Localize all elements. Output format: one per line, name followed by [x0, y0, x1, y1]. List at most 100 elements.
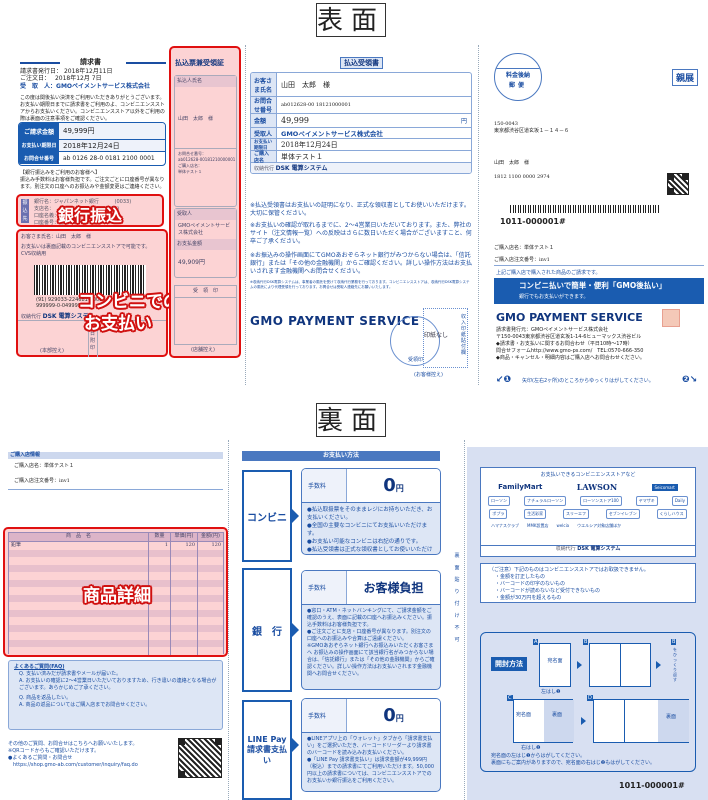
table-cell [149, 594, 171, 602]
caution-item: ・金額が30万円を超えるもの [495, 595, 562, 601]
back-side-label: 裏面 [552, 712, 563, 718]
table-cell [198, 640, 223, 648]
table-cell [149, 564, 171, 572]
table-cell: 120 [211, 542, 221, 548]
back-shop-line: ご購入店名：単体テスト１ [14, 463, 75, 469]
receipt-amount-unit: 円 [460, 118, 467, 125]
store-logo: ハマナスクラブ [489, 522, 521, 530]
faq-q2: Q. 商品を返品したい。 [19, 695, 72, 701]
receipt-inquiry-no: ab012628-00 18121000001 [281, 102, 351, 108]
table-cell [171, 579, 198, 587]
receipt-table: お客さま氏名 山田 太郎 様 お問合せ番号 ab012628-00 18121000… [250, 72, 472, 174]
gmo-banner[interactable]: コンビニ払いで簡単・便利「GMO後払い」 銀行でもお支払いができます。 [494, 278, 704, 304]
fee-value: 0 [383, 475, 396, 496]
fold-char: 貼 [454, 577, 460, 583]
faq-url[interactable]: https://shop.gmo-ab.com/customer/inquiry… [8, 762, 178, 769]
fold-text: 裏面貼り付け不可 [452, 550, 462, 646]
fold-char: け [454, 613, 460, 619]
bank-transfer-box: 振込先 銀行名：ジャパンネット銀行 (0033) 支店名： (703) 口座名義… [16, 194, 164, 227]
arrow-right-icon [656, 661, 661, 669]
issue-date-label: 請求書発行日： [20, 68, 63, 75]
arrow-right-icon [581, 717, 586, 725]
tracking-number: 1011-000001# [500, 217, 566, 226]
store-logo: くらしハウス [656, 509, 687, 519]
store-logo: ヤマザキ [635, 496, 658, 506]
receipt-label: お問合せ番号 [251, 97, 277, 114]
faq-a2: A. 商品の返品についてはご購入店までお問合せください。 [19, 702, 151, 708]
fee-label: 手数料 [302, 699, 347, 732]
table-cell [9, 647, 149, 655]
table-cell [149, 572, 171, 580]
address-side-label: 宛名面 [516, 712, 532, 718]
step-d: 裏面 [593, 699, 689, 743]
table-cell [198, 595, 223, 603]
fold-char: 裏 [454, 553, 460, 559]
customer-code: 1812 1100 0000 2974 [494, 174, 550, 180]
table-cell [198, 632, 223, 640]
opening-method-title: 開封方法 [491, 657, 527, 671]
table-cell [171, 594, 198, 602]
summary-amount: 49,999円 [59, 123, 165, 139]
table-cell [149, 549, 171, 557]
table-cell [198, 602, 223, 610]
receipt-label: お支払い期限日 [251, 139, 277, 151]
cvs-note: お支払いは裏面記載のコンビニエンスストアで可能です。 [21, 244, 151, 250]
table-cell [9, 609, 149, 617]
step-d-letter: D [587, 695, 593, 701]
back-label: 裏面 [316, 403, 386, 437]
confidential-badge: 親展 [672, 69, 699, 86]
receipt-due-date: 2018年12月24日 [281, 140, 338, 149]
receipt-note-1: ※払込受領書はお支払いの証明になり、正式な領収書としてお使いいただけます。大切に… [250, 202, 470, 217]
table-row [9, 617, 223, 625]
receipt-title: 払込受領書 [340, 57, 383, 69]
table-cell [171, 587, 198, 595]
method-linepay-lines: ●LINEアプリ上の「ウォレット」タブから「請求書支払い」をご選択いただき、バー… [302, 733, 440, 788]
store-seicomart: Seicomart [651, 483, 678, 491]
method-line: ●お支払い可能なコンビニは右記の通りです。 [307, 539, 422, 545]
table-cell: 120 [171, 542, 198, 550]
faq-title[interactable]: よくあるご質問(FAQ) [14, 664, 217, 671]
stub-shop: 単体テスト１ [178, 169, 202, 174]
stub-footer: (店舗控え) [191, 347, 215, 353]
table-cell [198, 550, 223, 558]
table-cell [149, 647, 171, 655]
postal-code: 150-0043 [494, 121, 518, 127]
qr-code [667, 173, 689, 195]
faq-box: よくあるご質問(FAQ) Q. 支払い済みだが請求書やメールが届いた。 A. お… [8, 660, 223, 730]
faq-qr-code [178, 738, 222, 778]
cvs-agent-label: 収納代行 [21, 314, 42, 320]
table-cell [198, 647, 223, 655]
recipient-label: 受 取 人： [20, 83, 57, 90]
summary-due-date: 2018年12月24日 [59, 140, 165, 151]
stub-title: 払込票兼受領証 [175, 59, 224, 67]
store-logo: スリーエフ [562, 509, 589, 519]
col-header-amount: 金額(円) [201, 533, 220, 539]
table-row [9, 632, 223, 640]
summary-label: ご請求金額 [19, 123, 59, 139]
store-familymart: FamilyMart [498, 483, 543, 491]
col-header-name: 商 品 名 [9, 533, 149, 541]
col-header-qty: 数量 [149, 533, 171, 541]
receipt-footer: (お客様控え) [414, 372, 443, 378]
store-logo: welcia [554, 522, 572, 530]
account-no-label: 口座番号： [34, 220, 60, 226]
table-cell [149, 557, 171, 565]
shop-name-line: ご購入店名：単体テスト１ [494, 245, 555, 251]
bank-name-label: 銀行名： [34, 199, 55, 205]
table-cell [149, 609, 171, 617]
stub-amount: 49,909円 [178, 259, 205, 266]
receipt-payee: GMOペイメントサービス株式会社 [281, 130, 383, 138]
receipt-agent-label: 収納代行 [254, 166, 275, 172]
table-cell [171, 602, 198, 610]
cvs-payment-box: お客さま氏名：山田 太郎 様 お支払いは裏面記載のコンビニエンスストアで可能です… [16, 229, 180, 357]
banner-main: コンビニ払いで簡単・便利「GMO後払い」 [519, 281, 667, 290]
table-row [9, 639, 223, 648]
postage-text-2: 郵便 [508, 82, 527, 89]
table-cell [9, 632, 149, 640]
address-side-label: 宛名面 [547, 658, 563, 664]
method-cvs-lines: ●払込取扱票をそのままレジにお持ちいただき、お支払いください。 ●全国の主要なコン… [302, 503, 440, 554]
step-b2-letter: B [671, 639, 677, 645]
method-linepay-detail: 手数料 0 円 ●LINEアプリ上の「ウォレット」タブから「請求書支払い」をご選択い… [301, 698, 441, 792]
method-line: ●LINEアプリ上の「ウォレット」タブから「請求書支払い」をご選択いただき、バー… [307, 736, 433, 756]
store-logo: ウエルシア対象店舗ほか [575, 522, 624, 530]
